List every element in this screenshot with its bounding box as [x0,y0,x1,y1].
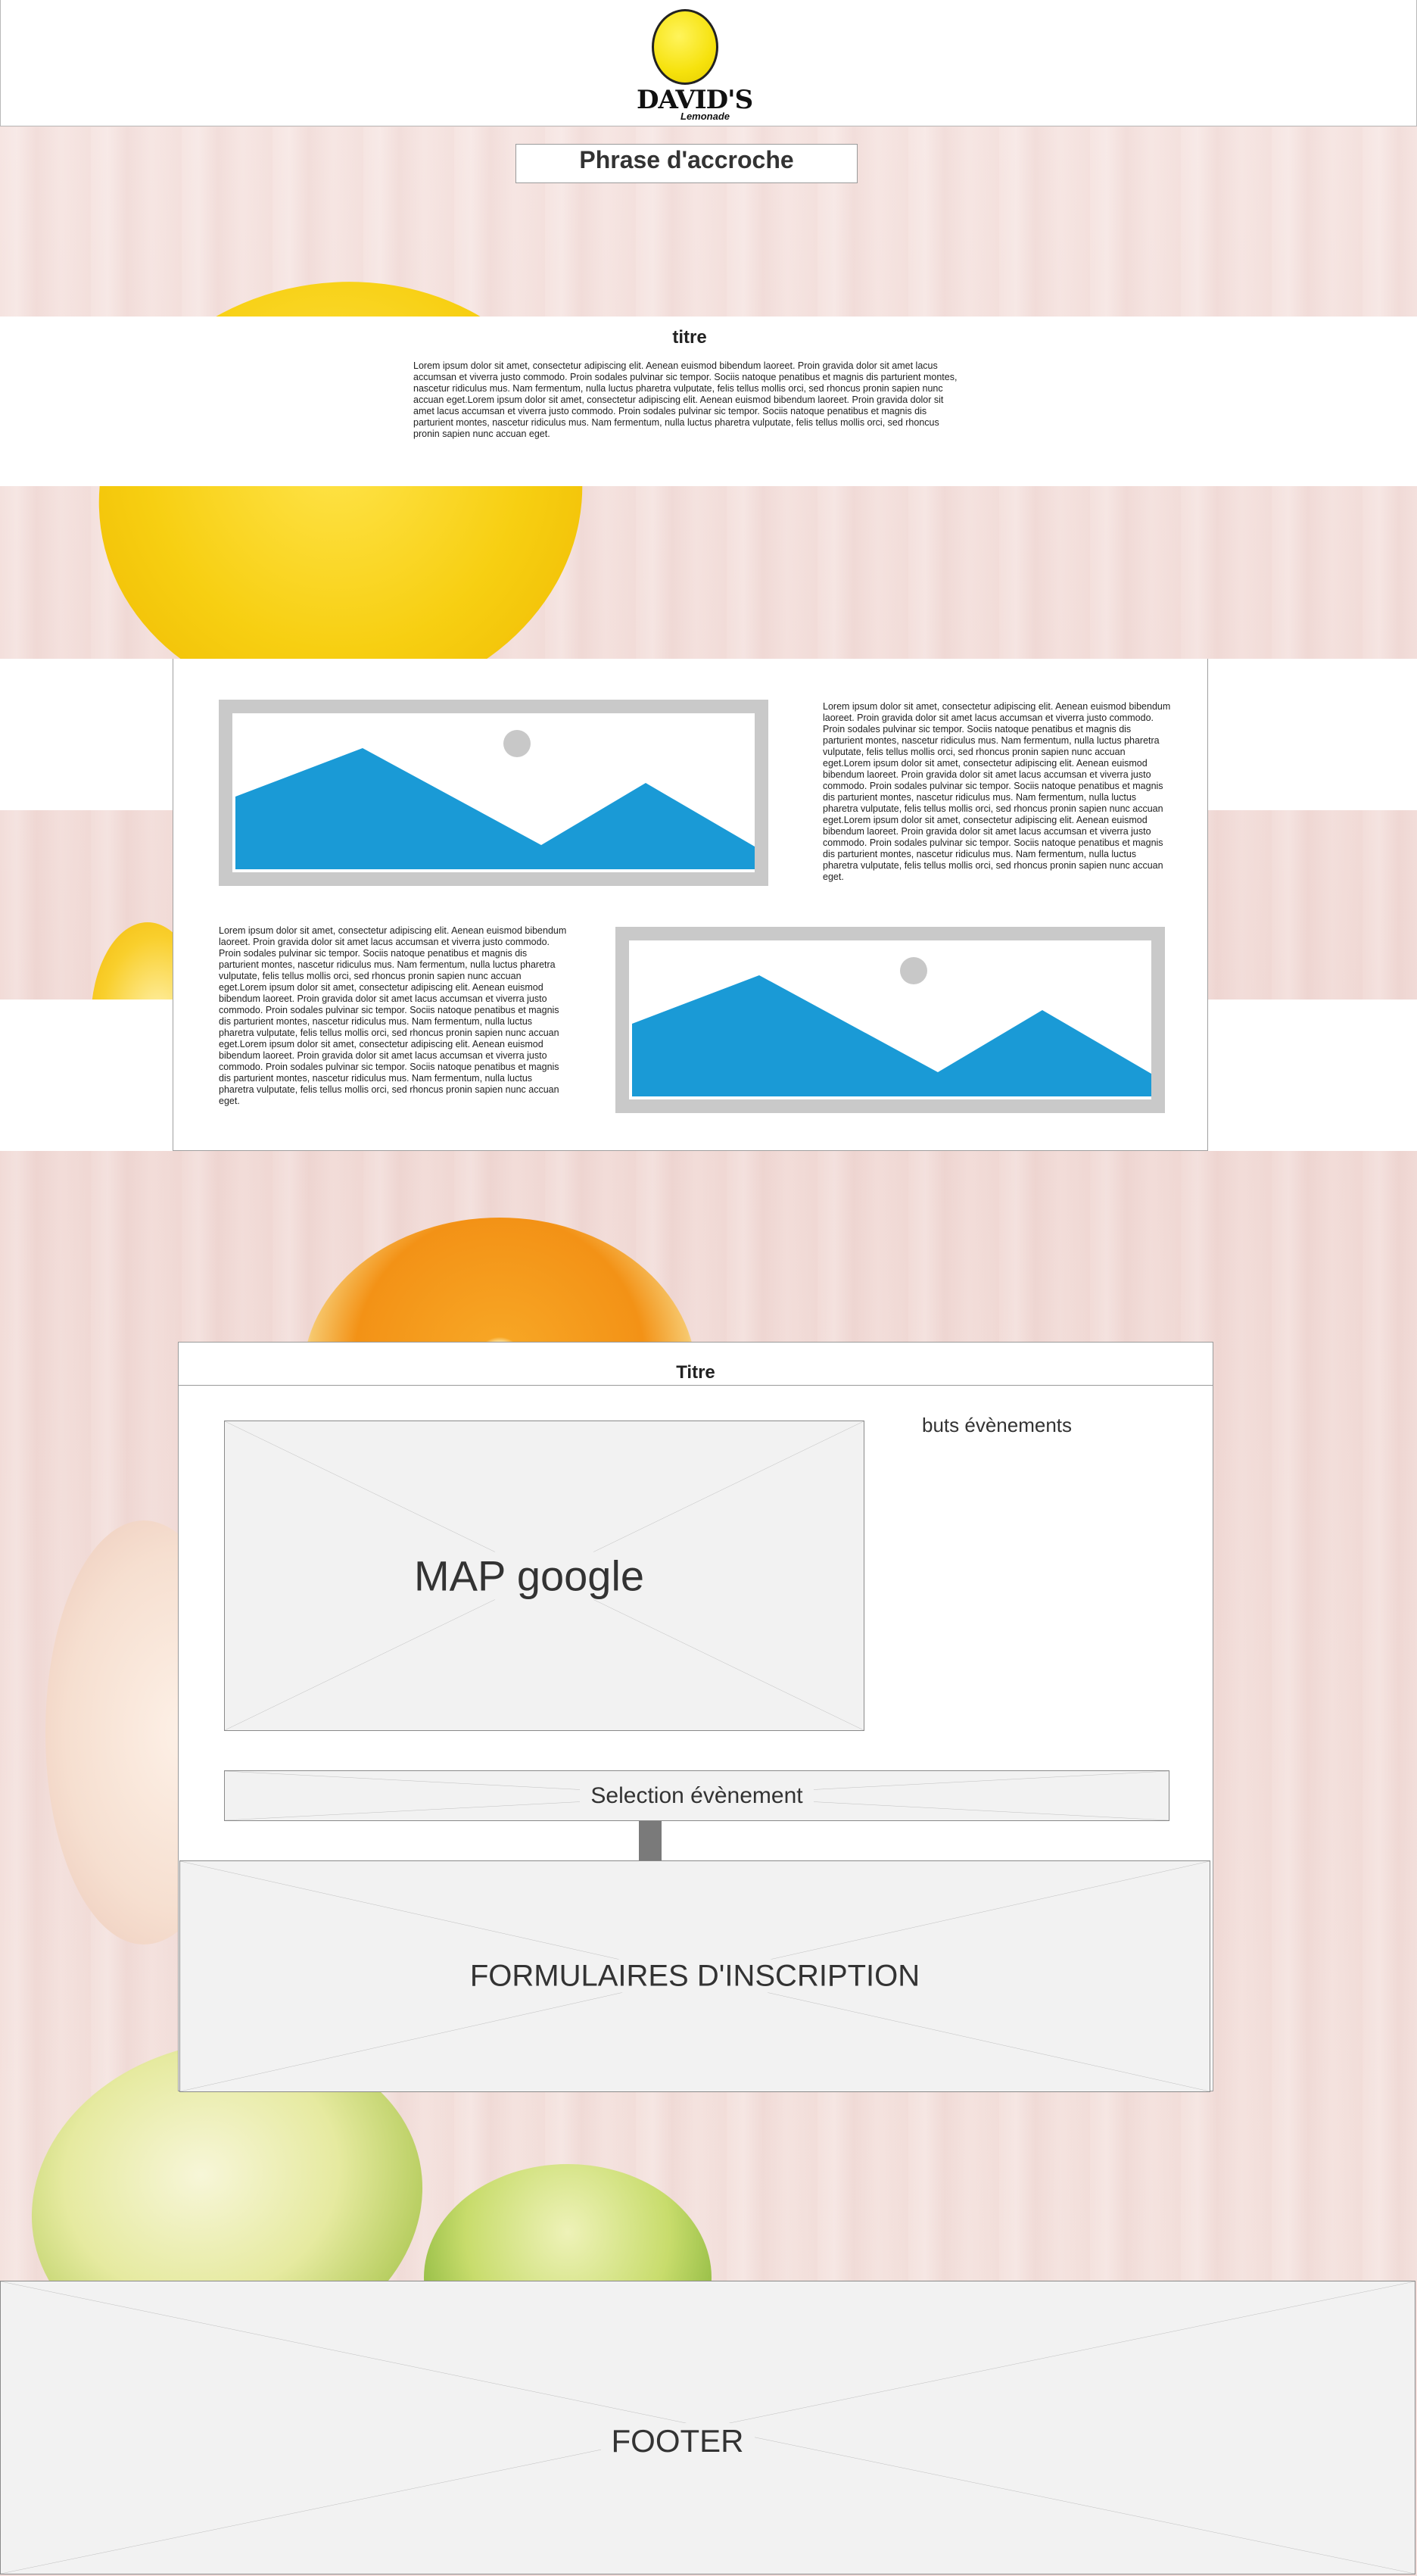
event-selection[interactable]: Selection évènement [224,1770,1169,1821]
image-placeholder-icon [235,730,755,869]
events-goals: buts évènements [922,1414,1073,1436]
events-title: Titre [676,1362,715,1383]
event-selection-label: Selection évènement [580,1782,814,1808]
site-logo[interactable]: DAVID'S Lemonade [635,6,753,124]
intro-title: titre [672,327,707,348]
lemon-logo-icon [652,9,718,85]
content-text-right: Lorem ipsum dolor sit amet, consectetur … [823,701,1171,882]
image-placeholder [219,700,768,886]
signup-forms[interactable]: FORMULAIRES D'INSCRIPTION [179,1860,1210,2092]
logo-subtext: Lemonade [680,111,730,122]
footer-label: FOOTER [600,2423,755,2459]
intro-text: Lorem ipsum dolor sit amet, consectetur … [413,360,958,439]
google-map[interactable]: MAP google [224,1421,864,1731]
site-header: DAVID'S Lemonade [0,0,1417,126]
content-text-left: Lorem ipsum dolor sit amet, consectetur … [219,925,567,1106]
site-footer: FOOTER [0,2281,1415,2574]
tagline-text: Phrase d'accroche [579,146,794,173]
image-placeholder-icon [632,957,1151,1096]
signup-forms-label: FORMULAIRES D'INSCRIPTION [459,1959,931,1993]
connector-bar [639,1821,662,1863]
events-section: Titre MAP google buts évènements Selecti… [178,1342,1213,2092]
image-placeholder [615,927,1165,1113]
events-header: Titre [179,1343,1213,1386]
intro-section: titre Lorem ipsum dolor sit amet, consec… [0,317,1417,486]
content-panel: Lorem ipsum dolor sit amet, consectetur … [173,659,1208,1151]
hero-tagline: Phrase d'accroche [515,144,858,183]
map-label: MAP google [403,1552,656,1600]
